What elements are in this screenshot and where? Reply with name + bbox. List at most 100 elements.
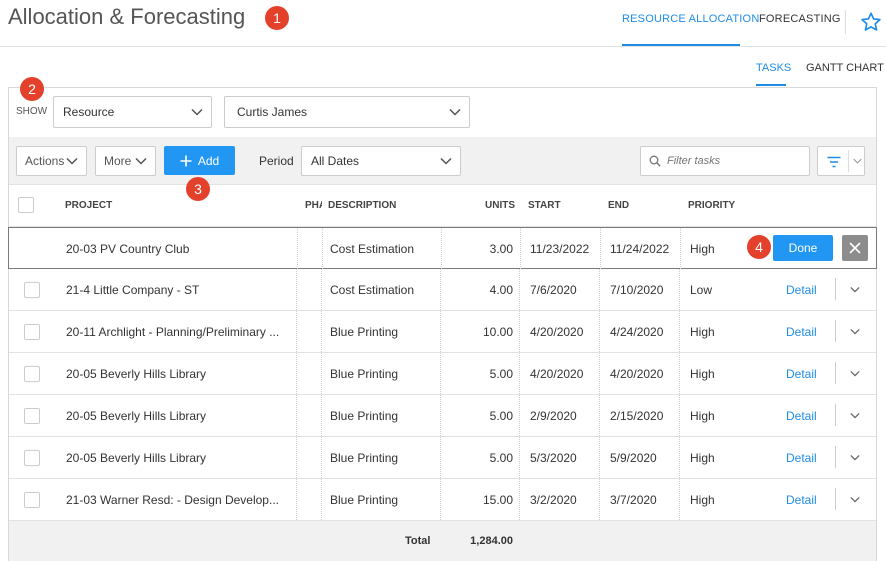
detail-link[interactable]: Detail	[786, 395, 826, 436]
column-divider	[680, 228, 681, 269]
table-row[interactable]: 20-11 Archlight - Planning/Preliminary .…	[9, 311, 876, 353]
detail-link[interactable]: Detail	[786, 269, 826, 310]
row-checkbox[interactable]	[24, 408, 40, 424]
column-divider	[296, 353, 297, 394]
detail-link[interactable]: Detail	[786, 311, 826, 352]
filter-button-divider	[848, 150, 849, 172]
table-row[interactable]: 21-03 Warner Resd: - Design Develop... B…	[9, 479, 876, 521]
chevron-down-icon	[66, 157, 78, 165]
cell-priority: High	[690, 366, 715, 381]
detail-link[interactable]: Detail	[786, 479, 826, 520]
select-all-checkbox[interactable]	[18, 197, 34, 213]
cell-description: Cost Estimation	[330, 282, 415, 297]
cell-description: Blue Printing	[330, 366, 399, 381]
column-header-units[interactable]: UNITS	[485, 200, 515, 211]
row-checkbox[interactable]	[24, 282, 40, 298]
table-row[interactable]: 20-03 PV Country Club Cost Estimation 3.…	[8, 227, 877, 269]
period-value: All Dates	[311, 154, 360, 168]
table-row[interactable]: 20-05 Beverly Hills Library Blue Printin…	[9, 353, 876, 395]
row-checkbox[interactable]	[24, 324, 40, 340]
cell-priority: High	[690, 450, 715, 465]
cell-project: 20-03 PV Country Club	[66, 241, 190, 256]
period-select[interactable]: All Dates	[301, 146, 461, 176]
cell-end: 4/24/2020	[610, 324, 664, 339]
chevron-down-icon[interactable]	[850, 496, 860, 503]
cell-units: 15.00	[482, 492, 513, 507]
cell-description: Blue Printing	[330, 492, 399, 507]
column-divider	[441, 228, 442, 269]
chevron-down-icon	[135, 157, 147, 165]
chevron-down-icon	[440, 157, 452, 165]
subtab-indicator	[756, 84, 786, 86]
actions-dropdown[interactable]: Actions	[16, 146, 87, 176]
chevron-down-icon[interactable]	[850, 454, 860, 461]
column-header-description[interactable]: DESCRIPTION	[328, 200, 396, 211]
row-checkbox[interactable]	[24, 492, 40, 508]
tab-forecasting[interactable]: FORECASTING	[759, 13, 841, 25]
column-divider	[600, 228, 601, 269]
cell-project: 20-05 Beverly Hills Library	[66, 408, 207, 423]
row-checkbox[interactable]	[24, 366, 40, 382]
cell-start: 4/20/2020	[530, 366, 584, 381]
resource-select[interactable]: Curtis James	[224, 96, 470, 128]
close-button[interactable]	[842, 235, 868, 261]
table-row[interactable]: 20-05 Beverly Hills Library Blue Printin…	[9, 437, 876, 479]
add-button[interactable]: Add	[164, 146, 235, 175]
chevron-down-icon[interactable]	[850, 328, 860, 335]
column-divider	[440, 479, 441, 520]
cell-end: 11/24/2022	[610, 241, 670, 256]
row-checkbox[interactable]	[24, 450, 40, 466]
marker-3: 3	[186, 177, 210, 201]
show-type-select[interactable]: Resource	[53, 96, 212, 128]
cell-project: 21-4 Little Company - ST	[66, 282, 200, 297]
filter-tasks-input[interactable]	[665, 147, 805, 175]
column-header-end[interactable]: END	[608, 200, 629, 211]
cell-end: 5/9/2020	[610, 450, 657, 465]
row-action-divider	[835, 488, 836, 510]
table-row[interactable]: 20-05 Beverly Hills Library Blue Printin…	[9, 395, 876, 437]
marker-4: 4	[747, 235, 771, 259]
more-dropdown[interactable]: More	[95, 146, 156, 176]
column-header-project[interactable]: PROJECT	[65, 200, 112, 211]
detail-link[interactable]: Detail	[786, 437, 826, 478]
tab-resource-allocation[interactable]: RESOURCE ALLOCATION	[622, 13, 759, 25]
done-button[interactable]: Done	[773, 235, 833, 261]
table-row[interactable]: 21-4 Little Company - ST Cost Estimation…	[9, 269, 876, 311]
cell-end: 4/20/2020	[610, 366, 664, 381]
cell-start: 4/20/2020	[530, 324, 584, 339]
cell-start: 11/23/2022	[530, 241, 590, 256]
cell-units: 5.00	[489, 450, 513, 465]
cell-description: Blue Printing	[330, 450, 399, 465]
column-divider	[440, 311, 441, 352]
actions-label: Actions	[25, 154, 65, 168]
row-action-divider	[835, 320, 836, 342]
marker-1: 1	[265, 6, 289, 30]
cell-end: 2/15/2020	[610, 408, 664, 423]
column-divider	[519, 395, 520, 436]
filter-icon	[827, 156, 841, 168]
column-header-priority[interactable]: PRIORITY	[688, 200, 735, 211]
chevron-down-icon[interactable]	[850, 286, 860, 293]
column-divider	[519, 437, 520, 478]
cell-priority: High	[690, 408, 715, 423]
filter-button[interactable]	[817, 146, 865, 176]
column-header-phase[interactable]: PHASE	[305, 200, 322, 211]
column-divider	[322, 228, 323, 269]
detail-link[interactable]: Detail	[786, 353, 826, 394]
cell-description: Blue Printing	[330, 324, 399, 339]
cell-priority: High	[690, 492, 715, 507]
tab-gantt-chart[interactable]: GANTT CHART	[806, 62, 884, 74]
chevron-down-icon[interactable]	[850, 370, 860, 377]
column-header-start[interactable]: START	[528, 200, 561, 211]
chevron-down-icon	[449, 108, 461, 116]
chevron-down-icon[interactable]	[850, 412, 860, 419]
column-divider	[296, 269, 297, 310]
column-divider	[321, 353, 322, 394]
column-divider	[519, 353, 520, 394]
period-label: Period	[259, 154, 294, 168]
column-divider	[520, 228, 521, 269]
show-type-value: Resource	[63, 105, 115, 119]
tab-tasks[interactable]: TASKS	[756, 62, 791, 74]
star-icon[interactable]	[860, 11, 882, 33]
row-action-divider	[835, 404, 836, 426]
